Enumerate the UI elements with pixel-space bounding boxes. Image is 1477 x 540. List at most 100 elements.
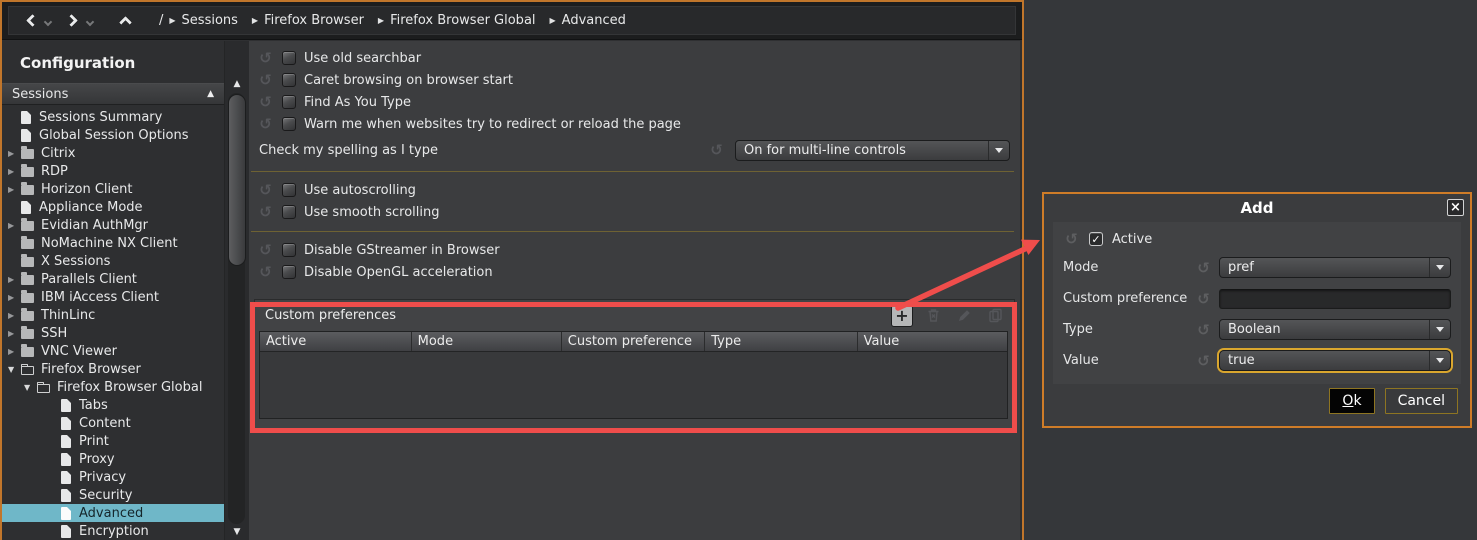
reset-icon[interactable] xyxy=(708,141,725,159)
copy-button[interactable] xyxy=(984,305,1006,327)
tree-item-parallels-client[interactable]: ▶Parallels Client xyxy=(2,270,224,288)
tree-item-ssh[interactable]: ▶SSH xyxy=(2,324,224,342)
tree-item-content[interactable]: Content xyxy=(2,414,224,432)
dropdown-arrow-button[interactable] xyxy=(988,141,1009,160)
column-header-mode[interactable]: Mode xyxy=(412,332,562,351)
breadcrumb-item-firefox-browser-global[interactable]: ▶Firefox Browser Global xyxy=(378,13,536,28)
reset-icon[interactable] xyxy=(257,263,274,281)
expander-icon[interactable]: ▶ xyxy=(8,311,21,320)
tree-item-encryption[interactable]: Encryption xyxy=(2,522,224,540)
tree-item-x-sessions[interactable]: X Sessions xyxy=(2,252,224,270)
tree-item-proxy[interactable]: Proxy xyxy=(2,450,224,468)
field-label: Mode xyxy=(1063,260,1195,275)
breadcrumb-root[interactable]: / xyxy=(159,13,163,28)
tree-column-header[interactable]: Sessions ▲ xyxy=(2,83,224,105)
tree-item-advanced[interactable]: Advanced xyxy=(2,504,224,522)
reset-icon[interactable] xyxy=(1195,352,1212,370)
reset-icon[interactable] xyxy=(257,181,274,199)
delete-button[interactable] xyxy=(922,305,944,327)
breadcrumb-item-advanced[interactable]: ▶Advanced xyxy=(550,13,626,28)
chevron-up-icon xyxy=(119,16,132,29)
back-history-caret-icon[interactable] xyxy=(44,17,52,25)
tree-item-global-session-options[interactable]: Global Session Options xyxy=(2,126,224,144)
column-header-active[interactable]: Active xyxy=(260,332,412,351)
checkbox-use-autoscrolling[interactable] xyxy=(282,183,296,197)
expander-icon[interactable]: ▶ xyxy=(8,329,21,338)
table-body-empty[interactable] xyxy=(260,352,1007,418)
checkbox-caret-browsing-on-browser-start[interactable] xyxy=(282,73,296,87)
forward-history-caret-icon[interactable] xyxy=(86,17,94,25)
tree-item-vnc-viewer[interactable]: ▶VNC Viewer xyxy=(2,342,224,360)
setting-label: Find As You Type xyxy=(304,95,411,110)
tree-item-firefox-browser-global[interactable]: ▼Firefox Browser Global xyxy=(2,378,224,396)
reset-icon[interactable] xyxy=(1195,321,1212,339)
dropdown-arrow-button[interactable] xyxy=(1429,320,1450,339)
expander-icon[interactable]: ▼ xyxy=(8,365,21,374)
reset-icon[interactable] xyxy=(257,93,274,111)
expander-icon[interactable]: ▶ xyxy=(8,347,21,356)
expander-icon[interactable]: ▶ xyxy=(8,185,21,194)
sidebar-scrollbar[interactable]: ▲ ▼ xyxy=(224,41,249,540)
dropdown-arrow-button[interactable] xyxy=(1429,351,1450,370)
expander-icon[interactable]: ▶ xyxy=(8,221,21,230)
edit-button[interactable] xyxy=(953,305,975,327)
mode-dropdown[interactable]: pref xyxy=(1219,257,1451,278)
checkbox-use-old-searchbar[interactable] xyxy=(282,51,296,65)
configuration-app-window: / ▶Sessions ▶Firefox Browser ▶Firefox Brow… xyxy=(0,0,1024,540)
column-header-type[interactable]: Type xyxy=(705,332,857,351)
checkbox-warn-me-when-websites-try-to-redirect-or-reload-the-page[interactable] xyxy=(282,117,296,131)
value-dropdown[interactable]: true xyxy=(1219,350,1451,371)
dropdown-arrow-button[interactable] xyxy=(1429,258,1450,277)
column-header-custom-preference[interactable]: Custom preference xyxy=(562,332,705,351)
checkbox-disable-gstreamer-in-browser[interactable] xyxy=(282,243,296,257)
checkbox-use-smooth-scrolling[interactable] xyxy=(282,205,296,219)
checkbox-disable-opengl-acceleration[interactable] xyxy=(282,265,296,279)
expander-icon[interactable]: ▶ xyxy=(8,275,21,284)
forward-button[interactable] xyxy=(61,9,85,33)
tree-item-sessions-summary[interactable]: Sessions Summary xyxy=(2,108,224,126)
tree-item-rdp[interactable]: ▶RDP xyxy=(2,162,224,180)
expander-icon[interactable]: ▶ xyxy=(8,149,21,158)
column-header-value[interactable]: Value xyxy=(858,332,1007,351)
reset-icon[interactable] xyxy=(1195,290,1212,308)
close-button[interactable]: × xyxy=(1447,199,1464,216)
reset-icon[interactable] xyxy=(1195,259,1212,277)
checkbox-find-as-you-type[interactable] xyxy=(282,95,296,109)
tree-item-citrix[interactable]: ▶Citrix xyxy=(2,144,224,162)
reset-icon[interactable] xyxy=(1063,230,1080,248)
tree-item-tabs[interactable]: Tabs xyxy=(2,396,224,414)
expander-icon[interactable]: ▼ xyxy=(24,383,37,392)
ok-button[interactable]: Ok xyxy=(1329,388,1374,414)
breadcrumb-item-firefox-browser[interactable]: ▶Firefox Browser xyxy=(252,13,364,28)
dropdown-value: pref xyxy=(1228,260,1254,275)
tree-item-print[interactable]: Print xyxy=(2,432,224,450)
reset-icon[interactable] xyxy=(257,49,274,67)
tree-item-nomachine-nx-client[interactable]: NoMachine NX Client xyxy=(2,234,224,252)
cancel-button[interactable]: Cancel xyxy=(1385,388,1458,414)
tree-item-firefox-browser[interactable]: ▼Firefox Browser xyxy=(2,360,224,378)
expander-icon[interactable]: ▶ xyxy=(8,167,21,176)
scrollbar-thumb[interactable] xyxy=(228,94,246,266)
tree-item-appliance-mode[interactable]: Appliance Mode xyxy=(2,198,224,216)
reset-icon[interactable] xyxy=(257,203,274,221)
tree-item-evidian-authmgr[interactable]: ▶Evidian AuthMgr xyxy=(2,216,224,234)
reset-icon[interactable] xyxy=(257,241,274,259)
expander-icon[interactable]: ▶ xyxy=(8,293,21,302)
scroll-down-button[interactable]: ▼ xyxy=(225,524,249,540)
tree-item-privacy[interactable]: Privacy xyxy=(2,468,224,486)
spelling-dropdown[interactable]: On for multi-line controls xyxy=(735,140,1010,161)
tree-item-ibm-iaccess-client[interactable]: ▶IBM iAccess Client xyxy=(2,288,224,306)
tree-item-security[interactable]: Security xyxy=(2,486,224,504)
active-checkbox[interactable] xyxy=(1089,232,1103,246)
scroll-up-button[interactable]: ▲ xyxy=(225,76,249,92)
tree-item-horizon-client[interactable]: ▶Horizon Client xyxy=(2,180,224,198)
back-button[interactable] xyxy=(19,9,43,33)
tree-item-thinlinc[interactable]: ▶ThinLinc xyxy=(2,306,224,324)
up-button[interactable] xyxy=(113,9,137,33)
type-dropdown[interactable]: Boolean xyxy=(1219,319,1451,340)
breadcrumb-item-sessions[interactable]: ▶Sessions xyxy=(169,13,238,28)
reset-icon[interactable] xyxy=(257,71,274,89)
custom-preference-input[interactable] xyxy=(1219,289,1451,309)
reset-icon[interactable] xyxy=(257,115,274,133)
add-button[interactable]: + xyxy=(891,305,913,327)
